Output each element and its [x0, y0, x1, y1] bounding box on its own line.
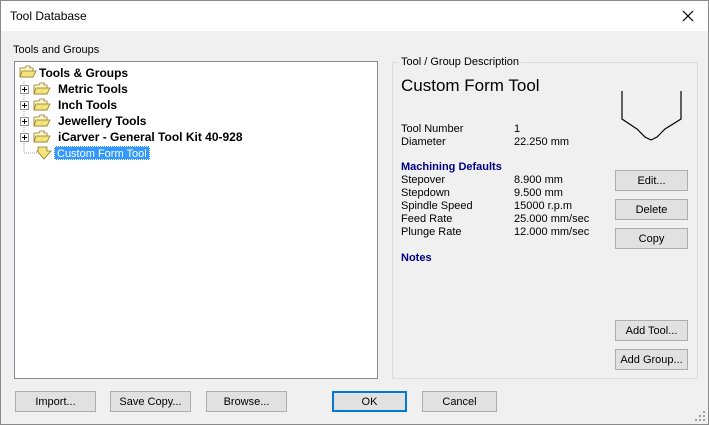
expand-icon[interactable]: [20, 85, 29, 94]
import-button[interactable]: Import...: [15, 391, 96, 412]
feed-rate-value: 25.000 mm/sec: [514, 213, 590, 225]
tool-icon: [36, 146, 52, 160]
folder-open-icon: [19, 65, 37, 78]
tool-number-label: Tool Number: [401, 123, 464, 135]
tree-node-label: iCarver - General Tool Kit 40-928: [58, 130, 243, 144]
tool-database-dialog: Tool Database Tools and Groups Tools & G…: [0, 0, 709, 425]
diameter-value: 22.250 mm: [514, 136, 570, 148]
folder-open-icon: [33, 114, 51, 127]
window-title: Tool Database: [10, 9, 87, 23]
expand-icon[interactable]: [20, 117, 29, 126]
add-group-button[interactable]: Add Group...: [615, 349, 688, 370]
delete-button[interactable]: Delete: [615, 199, 688, 220]
notes-heading: Notes: [401, 252, 432, 264]
cancel-button[interactable]: Cancel: [422, 391, 497, 412]
add-tool-button[interactable]: Add Tool...: [615, 320, 688, 341]
tree-node-label: Metric Tools: [58, 82, 128, 96]
folder-open-icon: [33, 98, 51, 111]
tool-name-heading: Custom Form Tool: [401, 76, 540, 95]
tool-number-value: 1: [514, 123, 521, 135]
stepover-label: Stepover: [401, 174, 446, 186]
save-copy-button[interactable]: Save Copy...: [110, 391, 191, 412]
ok-button[interactable]: OK: [332, 391, 407, 412]
tree-node-label: Tools & Groups: [39, 66, 129, 80]
feed-rate-label: Feed Rate: [401, 213, 453, 225]
close-button[interactable]: [668, 1, 708, 31]
copy-button[interactable]: Copy: [615, 228, 688, 249]
expand-icon[interactable]: [20, 133, 29, 142]
folder-open-icon: [33, 130, 51, 143]
tools-tree[interactable]: Tools & Groups Metric Tools Inch Tools J…: [14, 61, 378, 379]
stepdown-label: Stepdown: [401, 187, 450, 199]
machining-defaults-heading: Machining Defaults: [401, 161, 502, 173]
title-bar[interactable]: Tool Database: [1, 1, 708, 31]
resize-grip-icon[interactable]: [694, 410, 706, 422]
close-icon: [682, 10, 694, 22]
edit-button[interactable]: Edit...: [615, 170, 688, 191]
stepdown-value: 9.500 mm: [514, 187, 563, 199]
tree-node-label: Inch Tools: [58, 98, 118, 112]
spindle-speed-label: Spindle Speed: [401, 200, 473, 212]
plunge-rate-value: 12.000 mm/sec: [514, 226, 590, 238]
description-groupbox-label: Tool / Group Description: [399, 56, 521, 68]
plunge-rate-label: Plunge Rate: [401, 226, 462, 238]
spindle-speed-value: 15000 r.p.m: [514, 200, 573, 212]
expand-icon[interactable]: [20, 101, 29, 110]
diameter-label: Diameter: [401, 136, 446, 148]
tree-node-label: Jewellery Tools: [58, 114, 147, 128]
tool-profile-preview: [621, 91, 682, 141]
browse-button[interactable]: Browse...: [206, 391, 287, 412]
tree-node-label: Custom Form Tool: [54, 146, 150, 160]
stepover-value: 8.900 mm: [514, 174, 563, 186]
tools-and-groups-label: Tools and Groups: [13, 44, 100, 56]
folder-open-icon: [33, 82, 51, 95]
